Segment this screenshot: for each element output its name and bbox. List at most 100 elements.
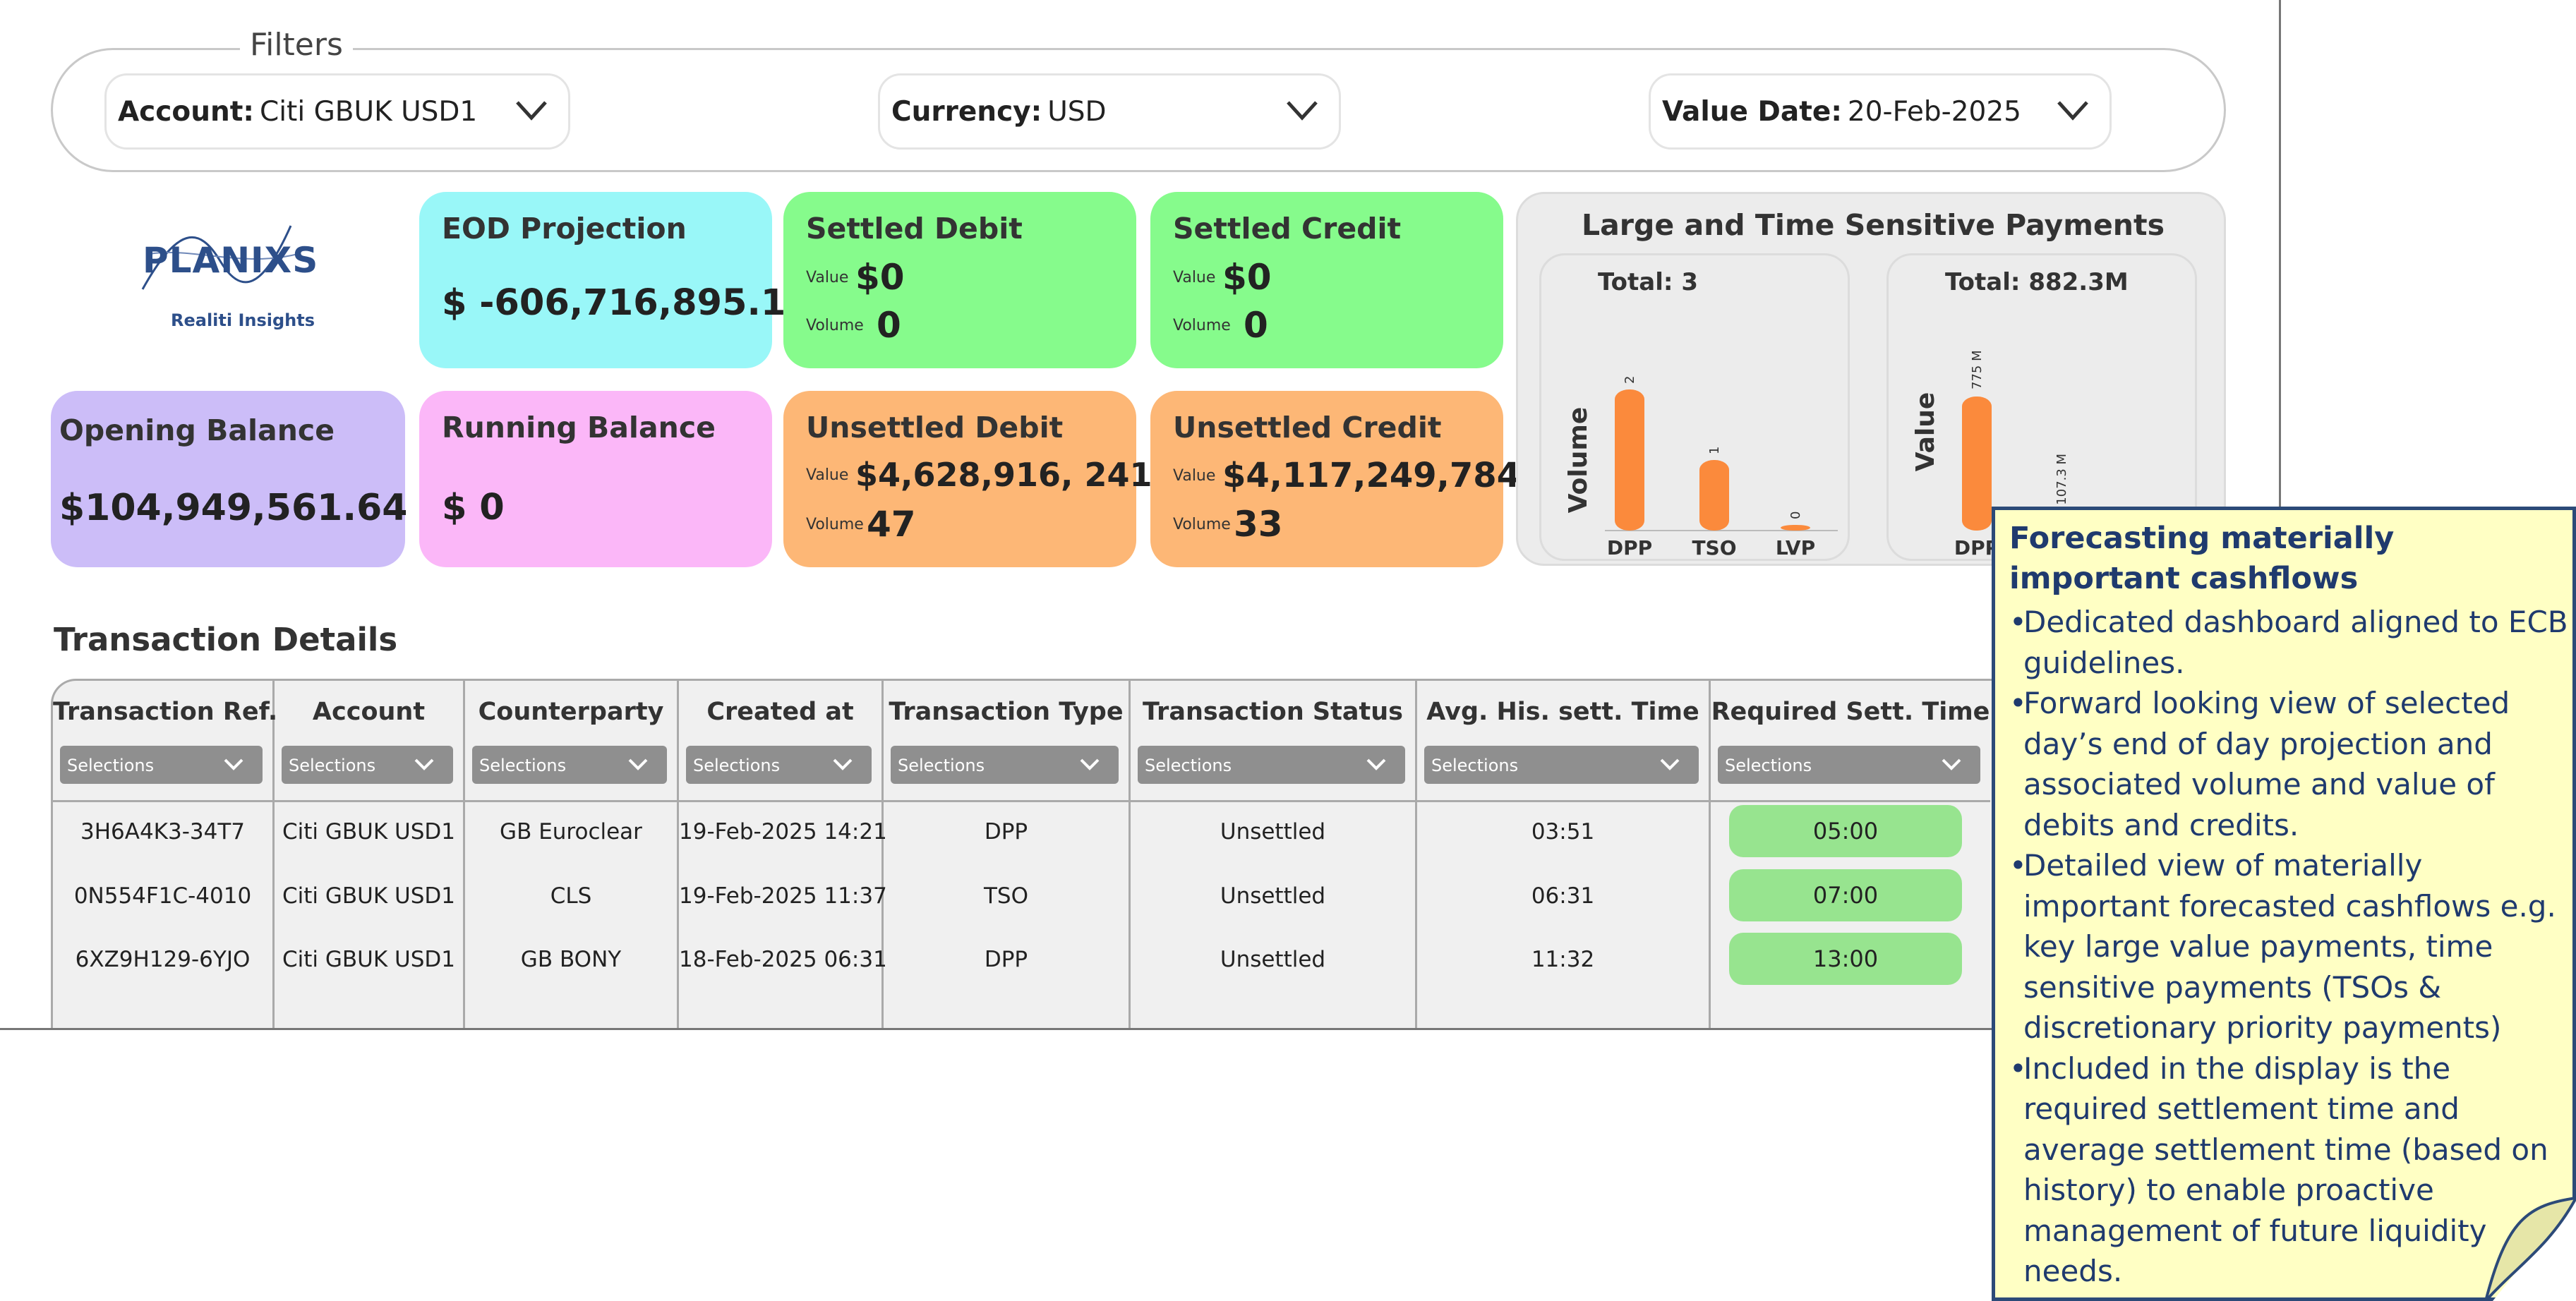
column-header-label[interactable]: Transaction Status [1131, 698, 1415, 726]
column-header-label[interactable]: Transaction Ref. [53, 698, 277, 726]
account-filter-label: Account: [118, 95, 254, 128]
table-cell: Unsettled [1220, 883, 1326, 909]
table-cell: 06:31 [1531, 883, 1595, 909]
volume-label: Volume [1173, 316, 1231, 334]
transaction-table: Transaction Ref. Selections 3H6A4K3-34T7 0N… [51, 679, 1999, 1028]
value-label: Value [806, 268, 849, 286]
table-column: Created at Selections 19-Feb-2025 14:21 19-… [679, 681, 887, 1028]
opening-balance-value: $104,949,561.64 [59, 487, 408, 529]
column-filter-select[interactable]: Selections [60, 746, 263, 784]
table-cell: GB Euroclear [500, 819, 642, 845]
settled-credit-value: $0 [1222, 257, 1272, 298]
select-placeholder: Selections [1145, 756, 1232, 775]
chevron-down-icon [1366, 758, 1386, 770]
chevron-down-icon [2057, 101, 2088, 121]
note-bullet-list: Dedicated dashboard aligned to ECB guide… [2009, 602, 2572, 1292]
chevron-down-icon [224, 758, 243, 770]
chart-bar[interactable] [1781, 525, 1810, 531]
volume-label: Volume [806, 316, 864, 334]
note-bullet: Forward looking view of selected day’s e… [2009, 683, 2572, 845]
currency-filter-label: Currency: [891, 95, 1042, 128]
chevron-down-icon [833, 758, 853, 770]
column-header-label[interactable]: Created at [679, 698, 881, 726]
table-cell: 19-Feb-2025 11:37 [679, 883, 887, 909]
currency-filter-dropdown[interactable]: Currency: USD [878, 73, 1341, 150]
table-cell: Citi GBUK USD1 [282, 883, 455, 909]
table-cell: 6XZ9H129-6YJO [75, 947, 251, 972]
select-placeholder: Selections [693, 756, 781, 775]
transaction-details-title: Transaction Details [54, 621, 398, 658]
chart-bar[interactable] [1615, 389, 1644, 531]
column-header-label[interactable]: Transaction Type [884, 698, 1128, 726]
note-title: Forecasting materially important cashflo… [2009, 521, 2395, 596]
column-header-label[interactable]: Account [275, 698, 463, 726]
planixs-logo: PLANIXS Realiti Insights [136, 212, 318, 346]
dashboard: Filters Account: Citi GBUK USD1 Currency… [0, 0, 2281, 1030]
table-column: Transaction Ref. Selections 3H6A4K3-34T7 0N… [53, 681, 277, 1028]
data-label: 107.3 M [2054, 454, 2069, 505]
callout-note: Forecasting materially important cashflo… [1992, 507, 2576, 1301]
card-title: Unsettled Debit [806, 411, 1064, 444]
column-header-label[interactable]: Avg. His. sett. Time [1417, 698, 1709, 726]
column-filter-select[interactable]: Selections [472, 746, 667, 784]
column-header-label[interactable]: Required Sett. Time [1711, 698, 1990, 726]
chevron-down-icon [1080, 758, 1100, 770]
column-filter-select[interactable]: Selections [1138, 746, 1405, 784]
table-cell: 19-Feb-2025 14:21 [679, 819, 887, 845]
logo-wordmark: PLANIXS [143, 240, 319, 281]
table-cell: 18-Feb-2025 06:31 [679, 947, 887, 972]
chart-bar[interactable] [1699, 460, 1729, 531]
note-bullet: Detailed view of materially important fo… [2009, 845, 2572, 1048]
account-filter-value: Citi GBUK USD1 [259, 95, 478, 128]
table-cell: Citi GBUK USD1 [282, 947, 455, 972]
column-header: Required Sett. Time Selections [1711, 681, 1990, 802]
card-title: Running Balance [442, 411, 716, 444]
table-column: Account Selections Citi GBUK USD1 Citi GBUK… [275, 681, 465, 1028]
column-filter-select[interactable]: Selections [891, 746, 1119, 784]
table-column: Required Sett. Time Selections 05:00 07:00 1… [1711, 681, 1990, 1028]
data-label: 775 M [1970, 350, 1985, 389]
value-date-filter-label: Value Date: [1662, 95, 1842, 128]
column-header: Created at Selections [679, 681, 881, 802]
data-label: 0 [1788, 512, 1803, 519]
column-header: Transaction Ref. Selections [53, 681, 277, 802]
table-cell: Unsettled [1220, 819, 1326, 845]
column-header: Transaction Type Selections [884, 681, 1128, 802]
chevron-down-icon [516, 101, 547, 121]
tick-label: TSO [1692, 536, 1736, 559]
column-header: Transaction Status Selections [1131, 681, 1415, 802]
column-filter-select[interactable]: Selections [1718, 746, 1980, 784]
column-filter-select[interactable]: Selections [282, 746, 453, 784]
volume-chart: Total: 3 Volume 2 DPP 1 TSO 0 LVP [1539, 253, 1850, 561]
unsettled-credit-value: $4,117,249,784 [1222, 456, 1521, 495]
chevron-down-icon [1660, 758, 1680, 770]
logo-tagline: Realiti Insights [171, 310, 315, 330]
select-placeholder: Selections [1431, 756, 1519, 775]
unsettled-credit-card: Unsettled Credit Value $4,117,249,784 Vo… [1150, 391, 1520, 567]
y-axis-label: Value [1911, 392, 1940, 472]
unsettled-credit-volume: 33 [1234, 504, 1283, 545]
value-date-filter-dropdown[interactable]: Value Date: 20-Feb-2025 [1649, 73, 2112, 150]
chart-bar[interactable] [1962, 397, 1992, 531]
required-time-pill: 13:00 [1729, 933, 1962, 985]
value-label: Value [1173, 466, 1216, 485]
chevron-down-icon [414, 758, 434, 770]
column-filter-select[interactable]: Selections [686, 746, 872, 784]
column-header-label[interactable]: Counterparty [465, 698, 677, 726]
settled-debit-card: Settled Debit Value $0 Volume 0 [783, 192, 1136, 368]
column-header: Counterparty Selections [465, 681, 677, 802]
tick-label: DPP [1607, 536, 1652, 559]
column-filter-select[interactable]: Selections [1424, 746, 1699, 784]
opening-balance-card: Opening Balance $104,949,561.64 [51, 391, 408, 567]
required-time-pill: 05:00 [1729, 805, 1962, 857]
table-cell: Citi GBUK USD1 [282, 819, 455, 845]
table-cell: DPP [984, 819, 1028, 845]
account-filter-dropdown[interactable]: Account: Citi GBUK USD1 [104, 73, 570, 150]
large-payments-title: Large and Time Sensitive Payments [1582, 208, 2165, 242]
settled-credit-volume: 0 [1244, 305, 1268, 346]
value-date-filter-value: 20-Feb-2025 [1847, 95, 2021, 128]
chevron-down-icon [628, 758, 648, 770]
eod-projection-value: $ -606,716,895.11 [442, 282, 811, 324]
table-column: Transaction Type Selections DPP TSO DPP [884, 681, 1131, 1028]
currency-filter-value: USD [1047, 95, 1107, 128]
